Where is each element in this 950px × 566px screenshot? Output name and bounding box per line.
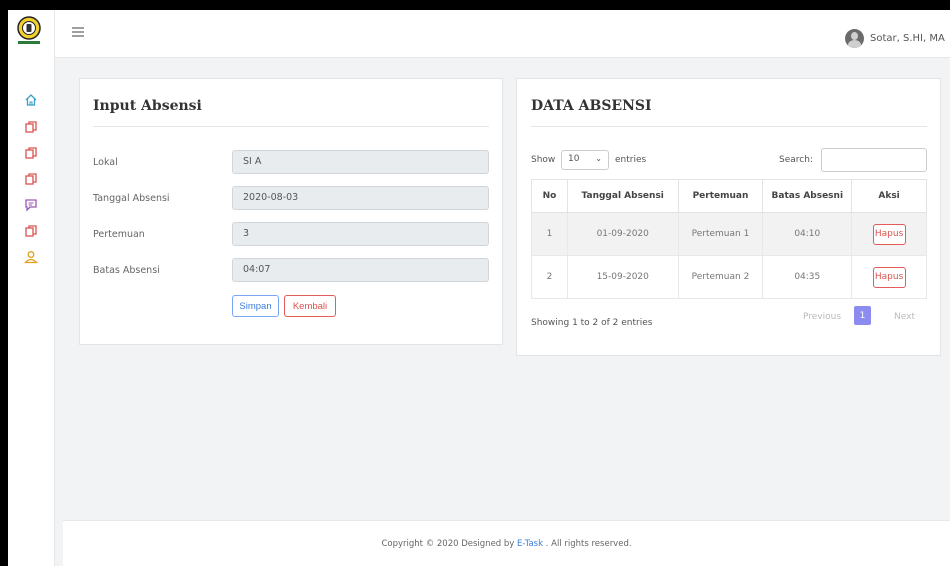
entries-label: entries <box>615 155 647 165</box>
table-row: 1 01-09-2020 Pertemuan 1 04:10 Hapus <box>531 212 927 256</box>
home-icon[interactable] <box>24 93 38 107</box>
divider <box>93 126 489 127</box>
divider <box>531 126 927 127</box>
app-frame: Sotar, S.HI, MA Input Absensi Lokal SI A… <box>8 10 950 566</box>
pagination-current-page[interactable]: 1 <box>854 306 871 325</box>
cell-no: 2 <box>531 255 568 299</box>
footer-link[interactable]: E-Task <box>517 539 543 549</box>
tanggal-absensi-input[interactable]: 2020-08-03 <box>232 186 489 210</box>
user-icon[interactable] <box>24 250 38 264</box>
topbar: Sotar, S.HI, MA <box>55 10 950 58</box>
logo-icon <box>17 16 41 44</box>
cell-tanggal: 15-09-2020 <box>566 255 679 299</box>
cell-pertemuan: Pertemuan 1 <box>677 212 764 256</box>
cell-pertemuan: Pertemuan 2 <box>677 255 764 299</box>
pagination-next[interactable]: Next <box>894 312 915 322</box>
cell-aksi: Hapus <box>851 212 927 256</box>
search-input[interactable] <box>821 148 927 172</box>
pertemuan-input[interactable]: 3 <box>232 222 489 246</box>
copy-icon[interactable] <box>24 172 38 186</box>
column-header-batas[interactable]: Batas Absesni <box>762 179 853 213</box>
simpan-button[interactable]: Simpan <box>232 295 279 317</box>
cell-no: 1 <box>531 212 568 256</box>
hapus-button[interactable]: Hapus <box>872 266 906 288</box>
table-row: 2 15-09-2020 Pertemuan 2 04:35 Hapus <box>531 255 927 299</box>
show-label: Show <box>531 155 556 165</box>
batas-absensi-input[interactable]: 04:07 <box>232 258 489 282</box>
absensi-table: No Tanggal Absensi Pertemuan Batas Abses… <box>531 179 927 299</box>
footer-prefix: Copyright © 2020 Designed by <box>381 539 518 549</box>
tanggal-absensi-label: Tanggal Absensi <box>93 193 170 204</box>
input-absensi-card: Input Absensi Lokal SI A Tanggal Absensi… <box>79 78 503 345</box>
lokal-input[interactable]: SI A <box>232 150 489 174</box>
entries-select[interactable]: 10 ⌄ <box>561 150 609 170</box>
column-header-no[interactable]: No <box>531 179 568 213</box>
column-header-pertemuan[interactable]: Pertemuan <box>677 179 764 213</box>
pagination-previous[interactable]: Previous <box>803 312 841 322</box>
search-label: Search: <box>779 155 813 165</box>
kembali-button[interactable]: Kembali <box>284 295 336 317</box>
copy-icon[interactable] <box>24 120 38 134</box>
column-header-tanggal[interactable]: Tanggal Absensi <box>566 179 679 213</box>
cell-aksi: Hapus <box>851 255 927 299</box>
form-card-title: Input Absensi <box>93 98 202 114</box>
lokal-label: Lokal <box>93 157 118 168</box>
table-info: Showing 1 to 2 of 2 entries <box>531 318 653 328</box>
chat-icon[interactable] <box>24 198 38 212</box>
cell-tanggal: 01-09-2020 <box>566 212 679 256</box>
column-header-aksi[interactable]: Aksi <box>851 179 927 213</box>
hapus-button[interactable]: Hapus <box>872 223 906 245</box>
user-name[interactable]: Sotar, S.HI, MA <box>870 33 945 44</box>
entries-value: 10 <box>568 154 580 164</box>
table-header-row: No Tanggal Absensi Pertemuan Batas Abses… <box>531 179 927 213</box>
avatar[interactable] <box>845 29 864 48</box>
copy-icon[interactable] <box>24 224 38 238</box>
chevron-down-icon: ⌄ <box>595 154 602 163</box>
hamburger-menu-icon[interactable] <box>71 26 85 38</box>
footer-suffix: . All rights reserved. <box>543 539 632 549</box>
data-absensi-card: DATA ABSENSI Show 10 ⌄ entries Search: N… <box>516 78 941 356</box>
batas-absensi-label: Batas Absensi <box>93 265 160 276</box>
footer: Copyright © 2020 Designed by E-Task . Al… <box>63 520 950 566</box>
table-card-title: DATA ABSENSI <box>531 98 652 114</box>
pertemuan-label: Pertemuan <box>93 229 145 240</box>
cell-batas: 04:35 <box>762 255 853 299</box>
sidebar <box>8 10 55 566</box>
copy-icon[interactable] <box>24 146 38 160</box>
cell-batas: 04:10 <box>762 212 853 256</box>
